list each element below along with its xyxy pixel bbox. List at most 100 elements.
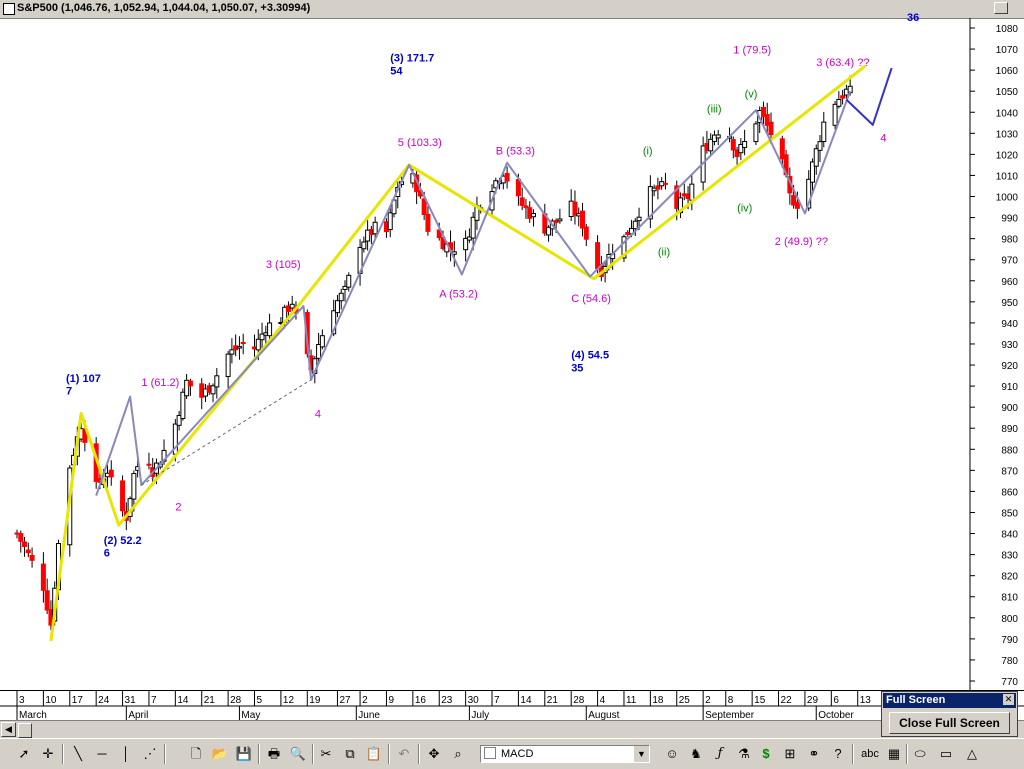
- y-tick-label: 910: [1001, 382, 1018, 393]
- x-tick-label: 9: [388, 695, 394, 706]
- print-icon[interactable]: 🖶: [264, 745, 284, 763]
- copy-icon[interactable]: ⧉: [340, 745, 360, 763]
- wave-label: 2: [175, 501, 181, 513]
- candle-body-up: [813, 148, 819, 167]
- wave-label: (i): [643, 145, 653, 157]
- wave-label: (1) 107: [66, 373, 101, 385]
- new-file-icon[interactable]: 🗋: [186, 745, 206, 763]
- x-tick-label: 6: [833, 695, 839, 706]
- y-tick-label: 880: [1001, 445, 1018, 456]
- y-tick-label: 790: [1001, 635, 1018, 646]
- indicator-select[interactable]: MACD ▼: [480, 745, 650, 763]
- full-screen-panel-title: Full Screen: [883, 693, 1016, 708]
- x-tick-label: 24: [98, 695, 110, 706]
- undo-icon[interactable]: ↶: [394, 745, 414, 763]
- candle: [240, 333, 246, 355]
- y-tick-label: 1080: [996, 24, 1019, 35]
- candle-body-down: [515, 179, 521, 197]
- chevron-down-icon[interactable]: ▼: [634, 746, 649, 762]
- x-tick-label: 2: [362, 695, 368, 706]
- ellipse-icon[interactable]: ⬭: [910, 745, 930, 763]
- candle-body-up: [636, 216, 642, 222]
- candle-body-down: [655, 185, 661, 190]
- x-tick-label: 22: [781, 695, 793, 706]
- candle: [319, 329, 325, 350]
- wave-label: 1 (79.5): [733, 44, 771, 56]
- y-tick-label: 800: [1001, 614, 1018, 625]
- candle-body-up: [742, 140, 748, 148]
- wave-label: 5 (103.3): [398, 137, 442, 149]
- candle-body-down: [120, 480, 126, 512]
- x-tick-label: 3: [19, 695, 25, 706]
- x-tick-label: 2: [705, 695, 711, 706]
- save-icon[interactable]: 💾: [234, 745, 254, 763]
- y-tick-label: 870: [1001, 466, 1018, 477]
- scroll-thumb[interactable]: [18, 723, 32, 738]
- date-axis-svg: 3 10 17 24 31 7 14 21 28 5 12 19 27 2 9 16 23 30 7 14 21 28 4 1…: [0, 691, 1024, 721]
- candle-body-down: [425, 213, 431, 232]
- y-tick-label: 1000: [996, 193, 1019, 204]
- expert-icon[interactable]: ☺: [662, 745, 682, 763]
- y-tick-label: 930: [1001, 340, 1018, 351]
- x-tick-label: 4: [600, 695, 606, 706]
- y-tick-label: 830: [1001, 551, 1018, 562]
- candle-body-up: [832, 103, 838, 126]
- price-chart[interactable]: (1) 107 7 (2) 52.2 6 (3) 171.7 54 (4) 54.5 35 1 …: [0, 18, 1024, 690]
- y-tick-label: 780: [1001, 656, 1018, 667]
- explore-icon[interactable]: ♞: [686, 745, 706, 763]
- candle: [655, 177, 661, 200]
- candle-body-up: [236, 346, 242, 349]
- triangle-icon[interactable]: △: [962, 745, 982, 763]
- candle: [184, 373, 190, 399]
- zoom-icon[interactable]: ⌕: [448, 745, 468, 763]
- candle: [715, 129, 721, 146]
- pointer-icon[interactable]: ➚: [14, 745, 34, 763]
- candle: [583, 223, 589, 247]
- close-icon[interactable]: ✕: [1003, 694, 1014, 705]
- candlestick-chart-svg[interactable]: (1) 1077 (2) 52.26 (3) 171.754 (4) 54.535 1 …: [0, 18, 1024, 690]
- indicator-builder-icon[interactable]: ⚗: [734, 745, 754, 763]
- move-icon[interactable]: ✥: [424, 745, 444, 763]
- candle-body-up: [338, 292, 344, 302]
- x-tick-label: 16: [415, 695, 427, 706]
- open-folder-icon[interactable]: 📂: [210, 745, 230, 763]
- paste-icon[interactable]: 📋: [364, 745, 384, 763]
- candle: [836, 91, 842, 109]
- candle-body-up: [319, 335, 325, 348]
- wave-label: (ii): [658, 246, 670, 258]
- x-tick-label: 7: [151, 695, 157, 706]
- formula-icon[interactable]: ƒ: [710, 745, 730, 763]
- candle: [753, 121, 759, 146]
- cut-icon[interactable]: ✂: [316, 745, 336, 763]
- ruler-icon[interactable]: ⊞: [780, 745, 800, 763]
- grid-icon[interactable]: ▦: [884, 745, 904, 763]
- trade-icon[interactable]: $: [756, 745, 776, 763]
- restore-window-button[interactable]: [994, 2, 1008, 14]
- candle-body-down: [44, 590, 50, 611]
- close-full-screen-button[interactable]: Close Full Screen: [889, 712, 1010, 734]
- x-tick-label: 31: [125, 695, 137, 706]
- text-tool-icon[interactable]: abc: [858, 745, 882, 763]
- x-tick-label: 13: [860, 695, 872, 706]
- print-preview-icon[interactable]: 🔍: [288, 745, 308, 763]
- y-tick-label: 1040: [996, 108, 1019, 119]
- candle-body-up: [214, 375, 220, 388]
- y-tick-label: 1010: [996, 171, 1019, 182]
- horizontal-scrollbar[interactable]: ◀: [0, 720, 1024, 739]
- crosshair-icon[interactable]: ✛: [38, 745, 58, 763]
- fan-lines-icon[interactable]: ⋰: [140, 745, 160, 763]
- rectangle-icon[interactable]: ▭: [936, 745, 956, 763]
- candle: [821, 111, 827, 148]
- x-tick-label: 28: [230, 695, 242, 706]
- y-tick-label: 920: [1001, 361, 1018, 372]
- candle-body-up: [530, 213, 536, 218]
- horizontal-line-icon[interactable]: ─: [92, 745, 112, 763]
- trendline-icon[interactable]: ╲: [68, 745, 88, 763]
- vertical-line-icon[interactable]: │: [116, 745, 136, 763]
- candle-body-up: [632, 220, 638, 230]
- candle-body-down: [22, 541, 28, 547]
- candle-body-up: [267, 322, 273, 337]
- binoculars-icon[interactable]: ⚭: [804, 745, 824, 763]
- help-icon[interactable]: ?: [828, 745, 848, 763]
- scroll-left-icon[interactable]: ◀: [1, 722, 16, 737]
